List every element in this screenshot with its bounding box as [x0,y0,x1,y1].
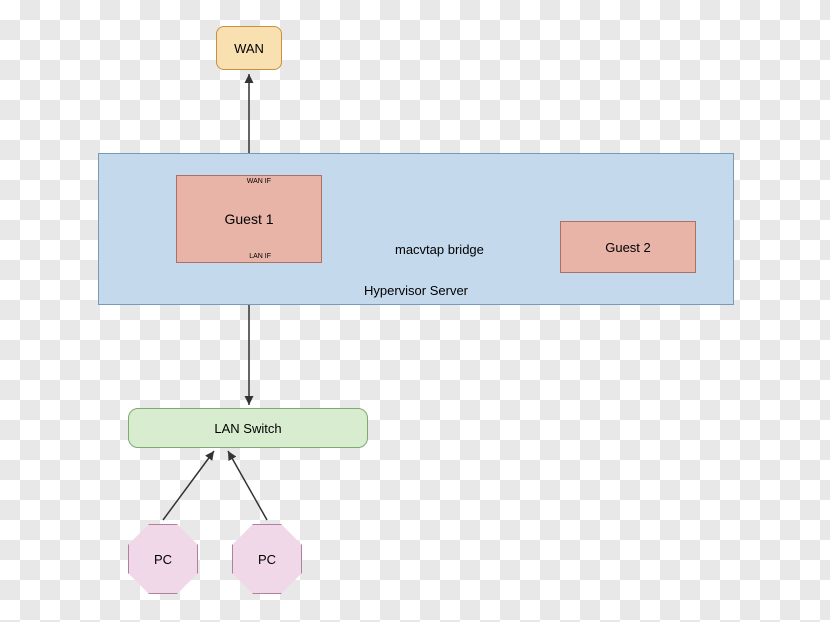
pc1-label: PC [154,552,172,567]
guest1-label: Guest 1 [224,211,273,227]
guest1-wan-if-label: WAN IF [247,178,271,185]
guest1-node: WAN IF Guest 1 LAN IF [176,175,322,263]
hypervisor-label: Hypervisor Server [364,283,468,298]
network-diagram: WAN Hypervisor Server WAN IF Guest 1 LAN… [0,0,830,622]
macvtap-bridge-label: macvtap bridge [395,242,484,257]
edge-pc1-lanswitch [163,451,214,520]
wan-label: WAN [234,41,264,56]
guest2-node: Guest 2 [560,221,696,273]
guest2-label: Guest 2 [605,240,651,255]
guest1-lan-if-label: LAN IF [249,253,271,260]
pc1-node: PC [128,524,198,594]
wan-node: WAN [216,26,282,70]
connectors [0,0,830,622]
edge-pc2-lanswitch [228,451,267,520]
lan-switch-node: LAN Switch [128,408,368,448]
lan-switch-label: LAN Switch [214,421,281,436]
pc2-label: PC [258,552,276,567]
pc2-node: PC [232,524,302,594]
